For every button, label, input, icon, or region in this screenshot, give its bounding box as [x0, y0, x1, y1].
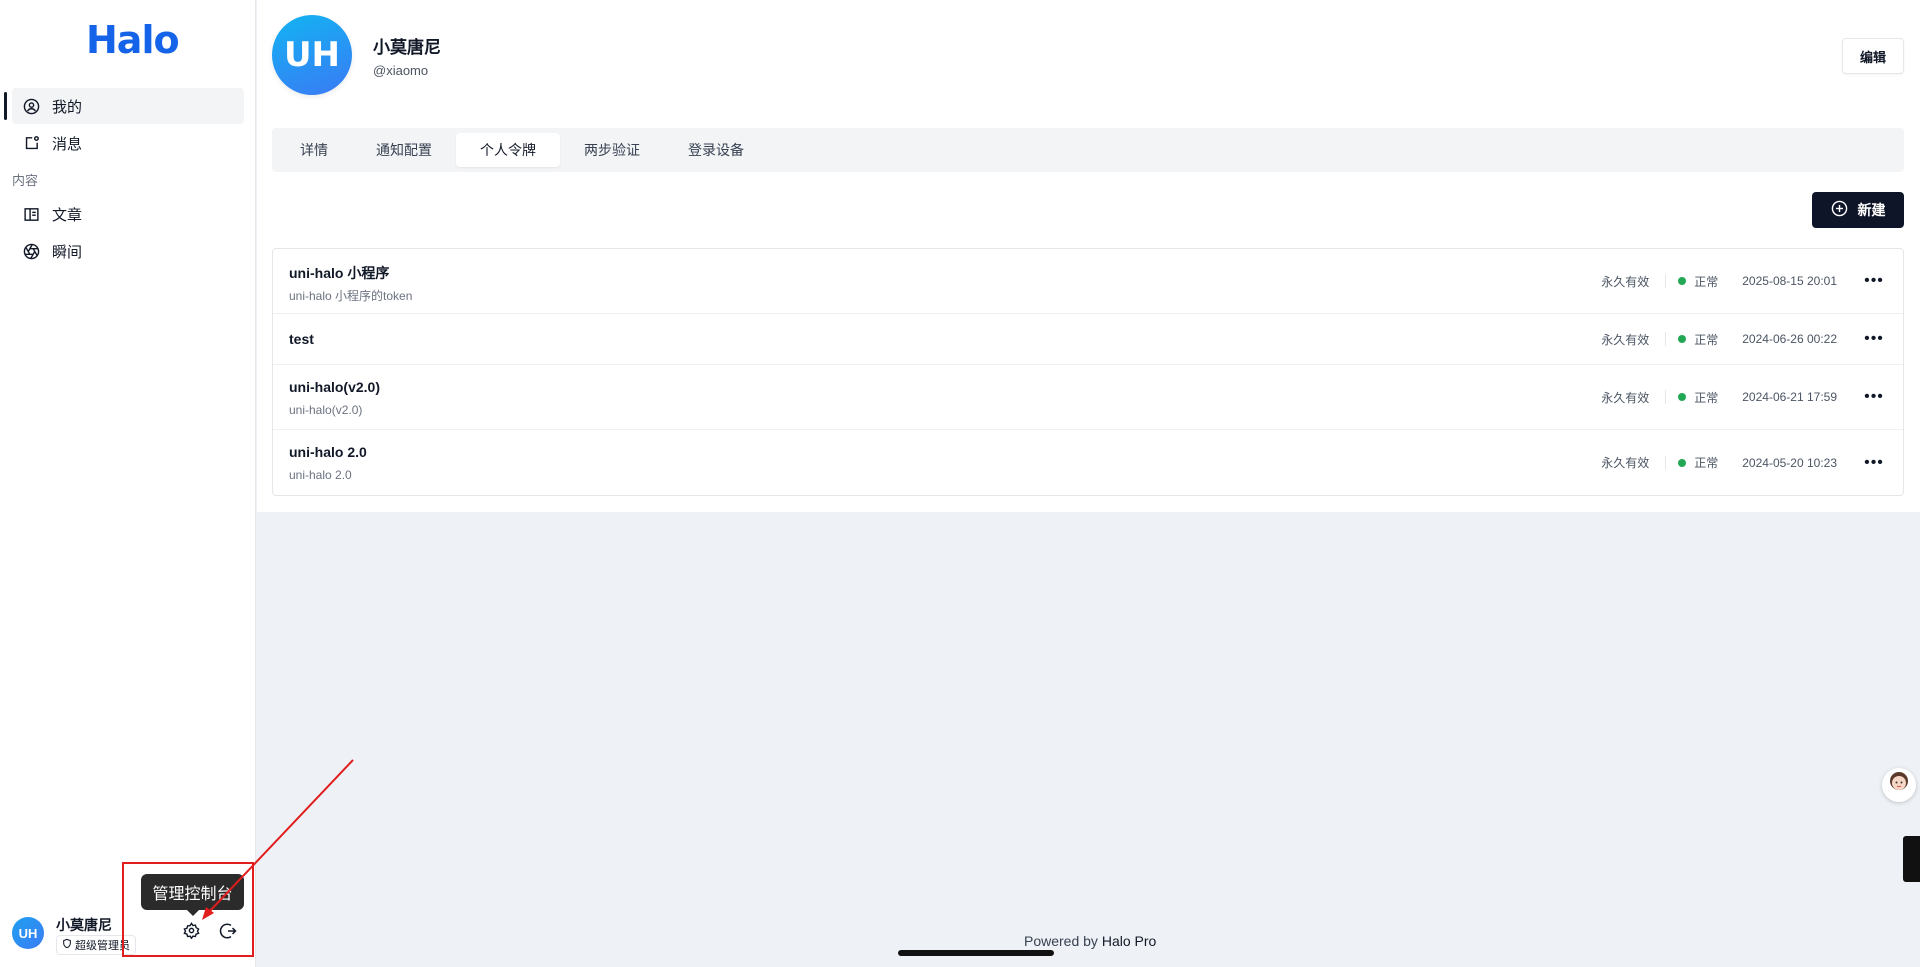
annotation-arrow — [202, 759, 354, 920]
